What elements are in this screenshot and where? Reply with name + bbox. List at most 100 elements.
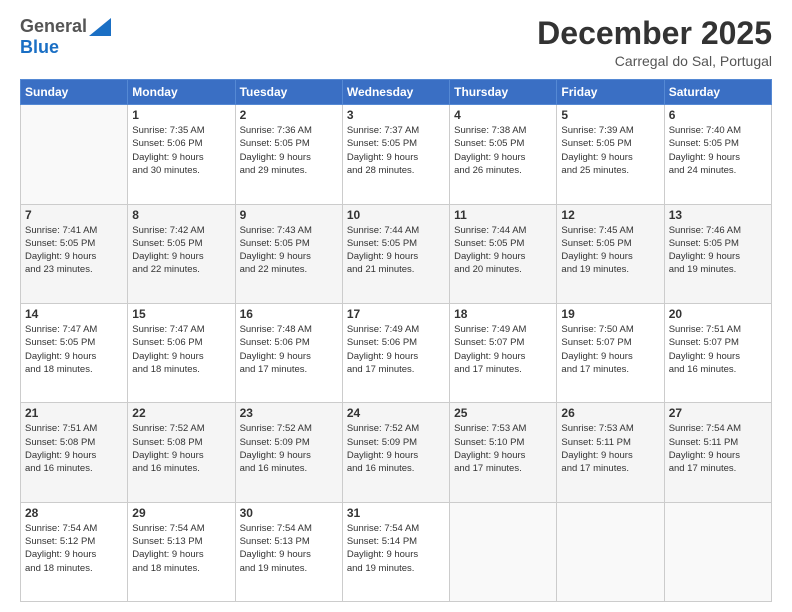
table-cell bbox=[664, 502, 771, 601]
day-number: 25 bbox=[454, 406, 552, 420]
calendar-week-row: 21 Sunrise: 7:51 AM Sunset: 5:08 PM Dayli… bbox=[21, 403, 772, 502]
day-number: 12 bbox=[561, 208, 659, 222]
day-number: 28 bbox=[25, 506, 123, 520]
table-cell: 13Sunrise: 7:46 AM Sunset: 5:05 PM Dayli… bbox=[664, 204, 771, 303]
day-number: 27 bbox=[669, 406, 767, 420]
table-cell: 17 Sunrise: 7:49 AM Sunset: 5:06 PM Dayli… bbox=[342, 303, 449, 402]
day-info: Sunrise: 7:52 AM Sunset: 5:09 PM Dayligh… bbox=[240, 422, 338, 475]
day-info: Sunrise: 7:52 AM Sunset: 5:09 PM Dayligh… bbox=[347, 422, 445, 475]
table-cell: 11 Sunrise: 7:44 AM Sunset: 5:05 PM Dayli… bbox=[450, 204, 557, 303]
day-info: Sunrise: 7:53 AM Sunset: 5:10 PM Dayligh… bbox=[454, 422, 552, 475]
day-number: 26 bbox=[561, 406, 659, 420]
table-cell: 15Sunrise: 7:47 AM Sunset: 5:06 PM Dayli… bbox=[128, 303, 235, 402]
logo: General Blue bbox=[20, 16, 111, 58]
day-number: 31 bbox=[347, 506, 445, 520]
col-monday: Monday bbox=[128, 80, 235, 105]
table-cell: 1Sunrise: 7:35 AM Sunset: 5:06 PM Daylig… bbox=[128, 105, 235, 204]
day-number: 17 bbox=[347, 307, 445, 321]
calendar-week-row: 7 Sunrise: 7:41 AM Sunset: 5:05 PM Daylig… bbox=[21, 204, 772, 303]
col-friday: Friday bbox=[557, 80, 664, 105]
day-info: Sunrise: 7:40 AM Sunset: 5:05 PM Dayligh… bbox=[669, 124, 767, 177]
table-cell: 2 Sunrise: 7:36 AM Sunset: 5:05 PM Daylig… bbox=[235, 105, 342, 204]
day-info: Sunrise: 7:54 AM Sunset: 5:11 PM Dayligh… bbox=[669, 422, 767, 475]
day-number: 22 bbox=[132, 406, 230, 420]
day-number: 14 bbox=[25, 307, 123, 321]
logo-general: General bbox=[20, 16, 87, 37]
day-number: 19 bbox=[561, 307, 659, 321]
day-info: Sunrise: 7:53 AM Sunset: 5:11 PM Dayligh… bbox=[561, 422, 659, 475]
col-thursday: Thursday bbox=[450, 80, 557, 105]
day-number: 21 bbox=[25, 406, 123, 420]
calendar-table: Sunday Monday Tuesday Wednesday Thursday… bbox=[20, 79, 772, 602]
table-cell: 20 Sunrise: 7:51 AM Sunset: 5:07 PM Dayli… bbox=[664, 303, 771, 402]
table-cell: 31 Sunrise: 7:54 AM Sunset: 5:14 PM Dayli… bbox=[342, 502, 449, 601]
day-number: 29 bbox=[132, 506, 230, 520]
day-number: 9 bbox=[240, 208, 338, 222]
day-info: Sunrise: 7:45 AM Sunset: 5:05 PM Dayligh… bbox=[561, 224, 659, 277]
day-info: Sunrise: 7:50 AM Sunset: 5:07 PM Dayligh… bbox=[561, 323, 659, 376]
logo-blue-text: Blue bbox=[20, 37, 59, 57]
table-cell: 4 Sunrise: 7:38 AM Sunset: 5:05 PM Daylig… bbox=[450, 105, 557, 204]
col-saturday: Saturday bbox=[664, 80, 771, 105]
day-number: 6 bbox=[669, 108, 767, 122]
day-info: Sunrise: 7:38 AM Sunset: 5:05 PM Dayligh… bbox=[454, 124, 552, 177]
table-cell: 6 Sunrise: 7:40 AM Sunset: 5:05 PM Daylig… bbox=[664, 105, 771, 204]
logo-icon bbox=[89, 18, 111, 36]
table-cell: 8Sunrise: 7:42 AM Sunset: 5:05 PM Daylig… bbox=[128, 204, 235, 303]
title-block: December 2025 Carregal do Sal, Portugal bbox=[537, 16, 772, 69]
table-cell: 23 Sunrise: 7:52 AM Sunset: 5:09 PM Dayli… bbox=[235, 403, 342, 502]
day-info: Sunrise: 7:54 AM Sunset: 5:13 PM Dayligh… bbox=[132, 522, 230, 575]
calendar-week-row: 28 Sunrise: 7:54 AM Sunset: 5:12 PM Dayli… bbox=[21, 502, 772, 601]
calendar-header-row: Sunday Monday Tuesday Wednesday Thursday… bbox=[21, 80, 772, 105]
day-info: Sunrise: 7:44 AM Sunset: 5:05 PM Dayligh… bbox=[454, 224, 552, 277]
table-cell: 27 Sunrise: 7:54 AM Sunset: 5:11 PM Dayli… bbox=[664, 403, 771, 502]
header: General Blue December 2025 Carregal do S… bbox=[20, 16, 772, 69]
day-number: 5 bbox=[561, 108, 659, 122]
table-cell bbox=[450, 502, 557, 601]
table-cell: 22 Sunrise: 7:52 AM Sunset: 5:08 PM Dayli… bbox=[128, 403, 235, 502]
day-number: 2 bbox=[240, 108, 338, 122]
day-number: 24 bbox=[347, 406, 445, 420]
day-number: 18 bbox=[454, 307, 552, 321]
day-info: Sunrise: 7:51 AM Sunset: 5:08 PM Dayligh… bbox=[25, 422, 123, 475]
day-number: 15 bbox=[132, 307, 230, 321]
calendar-week-row: 1Sunrise: 7:35 AM Sunset: 5:06 PM Daylig… bbox=[21, 105, 772, 204]
day-info: Sunrise: 7:51 AM Sunset: 5:07 PM Dayligh… bbox=[669, 323, 767, 376]
table-cell: 18Sunrise: 7:49 AM Sunset: 5:07 PM Dayli… bbox=[450, 303, 557, 402]
table-cell: 19 Sunrise: 7:50 AM Sunset: 5:07 PM Dayli… bbox=[557, 303, 664, 402]
col-wednesday: Wednesday bbox=[342, 80, 449, 105]
table-cell: 26 Sunrise: 7:53 AM Sunset: 5:11 PM Dayli… bbox=[557, 403, 664, 502]
day-info: Sunrise: 7:41 AM Sunset: 5:05 PM Dayligh… bbox=[25, 224, 123, 277]
table-cell: 30Sunrise: 7:54 AM Sunset: 5:13 PM Dayli… bbox=[235, 502, 342, 601]
table-cell: 16 Sunrise: 7:48 AM Sunset: 5:06 PM Dayli… bbox=[235, 303, 342, 402]
day-info: Sunrise: 7:42 AM Sunset: 5:05 PM Dayligh… bbox=[132, 224, 230, 277]
day-info: Sunrise: 7:48 AM Sunset: 5:06 PM Dayligh… bbox=[240, 323, 338, 376]
table-cell: 7 Sunrise: 7:41 AM Sunset: 5:05 PM Daylig… bbox=[21, 204, 128, 303]
table-cell bbox=[21, 105, 128, 204]
day-info: Sunrise: 7:54 AM Sunset: 5:12 PM Dayligh… bbox=[25, 522, 123, 575]
table-cell: 28 Sunrise: 7:54 AM Sunset: 5:12 PM Dayli… bbox=[21, 502, 128, 601]
table-cell: 12 Sunrise: 7:45 AM Sunset: 5:05 PM Dayli… bbox=[557, 204, 664, 303]
table-cell: 3Sunrise: 7:37 AM Sunset: 5:05 PM Daylig… bbox=[342, 105, 449, 204]
day-info: Sunrise: 7:43 AM Sunset: 5:05 PM Dayligh… bbox=[240, 224, 338, 277]
day-info: Sunrise: 7:44 AM Sunset: 5:05 PM Dayligh… bbox=[347, 224, 445, 277]
day-info: Sunrise: 7:49 AM Sunset: 5:06 PM Dayligh… bbox=[347, 323, 445, 376]
day-number: 4 bbox=[454, 108, 552, 122]
day-number: 7 bbox=[25, 208, 123, 222]
day-info: Sunrise: 7:36 AM Sunset: 5:05 PM Dayligh… bbox=[240, 124, 338, 177]
day-number: 20 bbox=[669, 307, 767, 321]
logo-text: General bbox=[20, 16, 111, 37]
day-info: Sunrise: 7:35 AM Sunset: 5:06 PM Dayligh… bbox=[132, 124, 230, 177]
day-info: Sunrise: 7:39 AM Sunset: 5:05 PM Dayligh… bbox=[561, 124, 659, 177]
day-info: Sunrise: 7:46 AM Sunset: 5:05 PM Dayligh… bbox=[669, 224, 767, 277]
table-cell: 10Sunrise: 7:44 AM Sunset: 5:05 PM Dayli… bbox=[342, 204, 449, 303]
table-cell: 5 Sunrise: 7:39 AM Sunset: 5:05 PM Daylig… bbox=[557, 105, 664, 204]
day-info: Sunrise: 7:54 AM Sunset: 5:14 PM Dayligh… bbox=[347, 522, 445, 575]
day-number: 16 bbox=[240, 307, 338, 321]
day-info: Sunrise: 7:37 AM Sunset: 5:05 PM Dayligh… bbox=[347, 124, 445, 177]
day-info: Sunrise: 7:52 AM Sunset: 5:08 PM Dayligh… bbox=[132, 422, 230, 475]
day-number: 23 bbox=[240, 406, 338, 420]
table-cell: 21 Sunrise: 7:51 AM Sunset: 5:08 PM Dayli… bbox=[21, 403, 128, 502]
day-number: 11 bbox=[454, 208, 552, 222]
day-info: Sunrise: 7:47 AM Sunset: 5:05 PM Dayligh… bbox=[25, 323, 123, 376]
